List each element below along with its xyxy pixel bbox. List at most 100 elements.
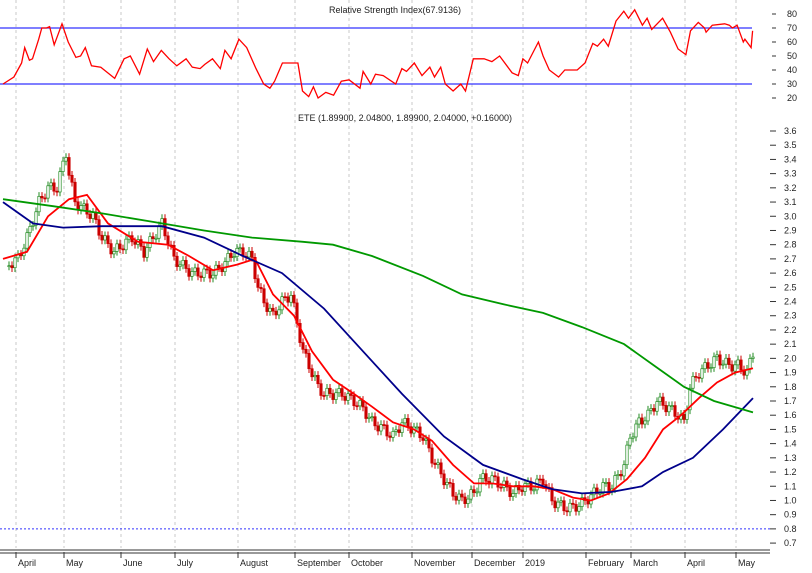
- candle-body: [109, 243, 113, 255]
- chart-canvas: 20 30 40 50 60 70 80 Relative Strength Index(6…: [0, 0, 797, 568]
- candle-body: [202, 268, 206, 278]
- rsi-y-label: 60: [787, 37, 797, 47]
- price-y-label: 2.1: [784, 339, 797, 349]
- candle-body: [277, 309, 281, 316]
- candle-body: [193, 267, 197, 272]
- candle-body: [145, 247, 149, 258]
- candle-body: [103, 235, 107, 241]
- candle-body: [310, 368, 314, 378]
- price-y-label: 1.7: [784, 396, 797, 406]
- candle-body: [712, 356, 716, 368]
- candle-body: [736, 359, 740, 366]
- month-label: April: [687, 558, 705, 568]
- price-y-label: 2.4: [784, 297, 797, 307]
- price-y-label: 2.2: [784, 325, 797, 335]
- candle-body: [709, 367, 713, 369]
- candle-body: [538, 478, 542, 481]
- candle-body: [85, 203, 89, 215]
- candle-body: [700, 368, 704, 379]
- candle-body: [694, 376, 698, 378]
- candle-body: [616, 474, 620, 476]
- price-y-label: 2.6: [784, 268, 797, 278]
- candle-body: [634, 423, 638, 438]
- candle-body: [205, 268, 209, 271]
- candle-body: [358, 400, 362, 407]
- candle-body: [496, 476, 500, 488]
- candle-body: [7, 265, 11, 268]
- candle-body: [226, 253, 230, 263]
- candle-body: [238, 247, 242, 250]
- candle-body: [307, 352, 311, 370]
- candle-body: [697, 376, 701, 379]
- month-label: February: [588, 558, 625, 568]
- candle-body: [13, 257, 17, 269]
- candle-body: [646, 409, 650, 422]
- candle-body: [121, 248, 125, 251]
- candle-body: [337, 388, 341, 394]
- candle-body: [484, 473, 488, 482]
- candle-body: [247, 250, 251, 258]
- rsi-y-label: 80: [787, 9, 797, 19]
- candle-body: [250, 250, 254, 258]
- candle-body: [331, 393, 335, 400]
- candle-body: [718, 354, 722, 366]
- candle-body: [91, 212, 95, 219]
- stock-chart: 20 30 40 50 60 70 80 Relative Strength Index(6…: [0, 0, 812, 573]
- month-label: 2019: [525, 558, 545, 568]
- candle-body: [106, 235, 110, 244]
- candle-body: [658, 396, 662, 402]
- candle-body: [115, 243, 119, 252]
- price-y-label: 3.1: [784, 197, 797, 207]
- candle-body: [532, 489, 536, 492]
- candle-body: [469, 489, 473, 500]
- candle-body: [124, 238, 128, 251]
- candle-body: [664, 405, 668, 413]
- candle-body: [367, 416, 371, 419]
- price-y-label: 3.3: [784, 169, 797, 179]
- candle-body: [571, 502, 575, 505]
- candle-body: [157, 225, 161, 239]
- month-gridlines: [15, 0, 737, 548]
- candle-body: [64, 157, 68, 162]
- candle-body: [301, 342, 305, 350]
- candle-body: [313, 374, 317, 378]
- candle-body: [67, 157, 71, 176]
- candle-body: [415, 426, 419, 429]
- month-label: November: [414, 558, 456, 568]
- candle-body: [499, 486, 503, 489]
- candle-body: [631, 436, 635, 439]
- candle-body: [28, 226, 32, 234]
- candle-body: [187, 268, 191, 277]
- candle-body: [49, 182, 53, 187]
- candle-body: [670, 405, 674, 407]
- candle-body: [376, 425, 380, 432]
- candle-body: [52, 182, 56, 192]
- candle-body: [325, 387, 329, 396]
- price-title: ETE (1.89900, 2.04800, 1.89900, 2.04000,…: [298, 113, 512, 123]
- rsi-title: Relative Strength Index(67.9136): [329, 5, 461, 15]
- rsi-y-label: 70: [787, 23, 797, 33]
- candle-body: [70, 174, 74, 183]
- month-label: March: [633, 558, 658, 568]
- candle-body: [184, 259, 188, 269]
- candle-body: [25, 232, 29, 249]
- candle-body: [181, 259, 185, 266]
- candle-body: [271, 307, 275, 312]
- candle-body: [118, 243, 122, 250]
- candle-body: [211, 274, 215, 279]
- price-y-label: 2.5: [784, 282, 797, 292]
- candle-body: [541, 478, 545, 485]
- candle-body: [394, 429, 398, 432]
- price-y-label: 1.0: [784, 495, 797, 505]
- candle-body: [322, 395, 326, 397]
- candle-body: [655, 401, 659, 412]
- candle-body: [88, 213, 92, 219]
- candle-body: [43, 197, 47, 200]
- candle-body: [166, 235, 170, 246]
- price-y-label: 0.7: [784, 538, 797, 548]
- rsi-y-label: 30: [787, 79, 797, 89]
- rsi-line: [2, 8, 754, 100]
- moving-average-ma-long: [2, 198, 754, 414]
- price-y-label: 1.3: [784, 453, 797, 463]
- candle-body: [31, 224, 35, 227]
